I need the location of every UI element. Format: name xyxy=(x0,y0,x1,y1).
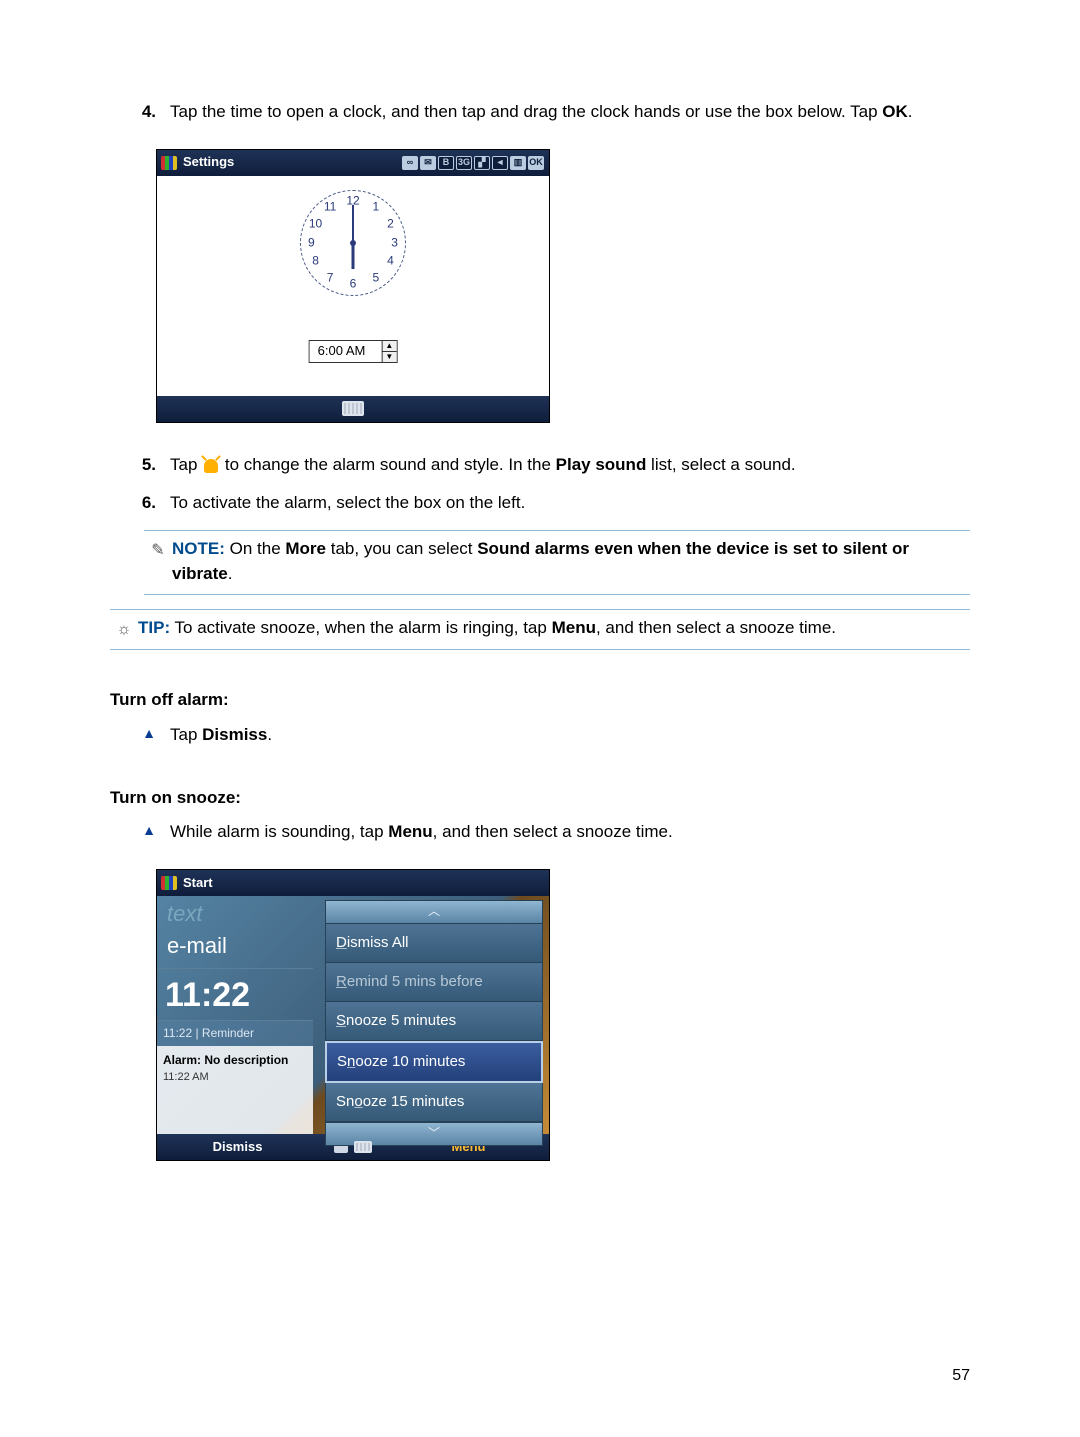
list-body-5: Tap to change the alarm sound and style.… xyxy=(170,453,970,478)
screenshot-start-snooze: Start text e-mail 11:22 11:22 | Reminder… xyxy=(156,869,970,1161)
clock-num-2: 2 xyxy=(381,215,399,232)
menu-item[interactable]: Snooze 15 minutes xyxy=(325,1083,543,1122)
screenshot-settings-clock: Settings ∞ ✉ B 3G ▞ ◄ ▥ OK 12 1 2 3 4 5 … xyxy=(156,149,970,423)
text: . xyxy=(228,564,233,583)
note-icon: ✎ xyxy=(144,537,172,586)
bottom-bar xyxy=(157,396,549,422)
text: list, select a sound. xyxy=(646,455,795,474)
note-label: NOTE: xyxy=(172,539,225,558)
clock-face[interactable]: 12 1 2 3 4 5 6 7 8 9 10 11 xyxy=(300,190,406,296)
today-clock: 11:22 xyxy=(157,969,313,1021)
softkey-dismiss[interactable]: Dismiss xyxy=(157,1138,318,1157)
text: tab, you can select xyxy=(326,539,477,558)
text: While alarm is sounding, tap xyxy=(170,822,388,841)
ok-button[interactable]: OK xyxy=(528,156,544,170)
keyboard-icon[interactable] xyxy=(342,401,364,416)
time-value[interactable]: 6:00 AM xyxy=(310,341,382,362)
text: Tap the time to open a clock, and then t… xyxy=(170,102,882,121)
clock-num-6: 6 xyxy=(344,276,362,293)
text: To activate snooze, when the alarm is ri… xyxy=(175,618,552,637)
volume-icon: ◄ xyxy=(492,156,508,170)
text: On the xyxy=(230,539,286,558)
text-bold: Menu xyxy=(388,822,432,841)
text: Tap xyxy=(170,725,202,744)
title-bar: Settings ∞ ✉ B 3G ▞ ◄ ▥ OK xyxy=(157,150,549,176)
tip-callout: ☼ TIP: To activate snooze, when the alar… xyxy=(110,609,970,650)
text: , and then select a snooze time. xyxy=(433,822,673,841)
start-flag-icon xyxy=(161,156,177,170)
reminder-header: 11:22 | Reminder xyxy=(157,1021,313,1046)
hour-hand[interactable] xyxy=(352,243,355,269)
menu-item[interactable]: Dismiss All xyxy=(325,924,543,963)
bluetooth-icon: B xyxy=(438,156,454,170)
battery-icon: ▥ xyxy=(510,156,526,170)
heading-turn-off-alarm: Turn off alarm: xyxy=(110,688,970,713)
snooze-menu: ︿ Dismiss AllRemind 5 mins beforeSnooze … xyxy=(325,900,543,1130)
list-number-4: 4. xyxy=(110,100,170,125)
clock-num-4: 4 xyxy=(381,253,399,270)
clock-num-1: 1 xyxy=(367,199,385,216)
menu-scroll-up[interactable]: ︿ xyxy=(325,900,543,924)
clock-num-9: 9 xyxy=(302,234,320,251)
start-flag-icon xyxy=(161,876,177,890)
alarm-title: Alarm: No description xyxy=(163,1052,307,1069)
clock-num-10: 10 xyxy=(307,215,325,232)
heading-turn-on-snooze: Turn on snooze: xyxy=(110,786,970,811)
turn-on-body: While alarm is sounding, tap Menu, and t… xyxy=(170,820,970,845)
time-input[interactable]: 6:00 AM ▲▼ xyxy=(309,340,398,363)
turn-off-body: Tap Dismiss. xyxy=(170,723,970,748)
network-3g-icon: 3G xyxy=(456,156,472,170)
minute-hand[interactable] xyxy=(352,205,354,243)
triangle-bullet-icon: ▲ xyxy=(110,820,170,845)
text: , and then select a snooze time. xyxy=(596,618,836,637)
menu-item[interactable]: Snooze 10 minutes xyxy=(325,1041,543,1083)
list-number-6: 6. xyxy=(110,491,170,516)
today-email-label: e-mail xyxy=(157,930,313,969)
text-bold: Play sound xyxy=(556,455,647,474)
menu-item[interactable]: Snooze 5 minutes xyxy=(325,1002,543,1041)
clock-num-11: 11 xyxy=(321,199,339,216)
clock-num-7: 7 xyxy=(321,269,339,286)
clock-num-3: 3 xyxy=(386,234,404,251)
spin-up-icon[interactable]: ▲ xyxy=(381,341,396,351)
page-number: 57 xyxy=(952,1364,970,1387)
clock-pivot xyxy=(350,240,356,246)
list-number-5: 5. xyxy=(110,453,170,478)
tip-icon: ☼ xyxy=(110,616,138,641)
tip-label: TIP: xyxy=(138,618,170,637)
clock-num-5: 5 xyxy=(367,269,385,286)
alarm-card: Alarm: No description 11:22 AM xyxy=(157,1046,313,1134)
text: . xyxy=(267,725,272,744)
note-callout: ✎ NOTE: On the More tab, you can select … xyxy=(144,530,970,595)
text: to change the alarm sound and style. In … xyxy=(220,455,556,474)
menu-item: Remind 5 mins before xyxy=(325,963,543,1002)
voicemail-icon: ∞ xyxy=(402,156,418,170)
clock-num-8: 8 xyxy=(307,253,325,270)
alarm-time: 11:22 AM xyxy=(163,1070,307,1086)
text-bold: More xyxy=(285,539,326,558)
list-body-6: To activate the alarm, select the box on… xyxy=(170,491,970,516)
list-body-4: Tap the time to open a clock, and then t… xyxy=(170,100,970,125)
keyboard-icon[interactable] xyxy=(354,1141,372,1153)
title-text: Settings xyxy=(183,153,234,172)
text: Tap xyxy=(170,455,202,474)
title-bar-start: Start xyxy=(157,870,549,896)
time-spinner[interactable]: ▲▼ xyxy=(381,341,396,362)
clock-area[interactable]: 12 1 2 3 4 5 6 7 8 9 10 11 6:00 AM ▲▼ xyxy=(157,176,549,396)
mail-icon: ✉ xyxy=(420,156,436,170)
bell-icon xyxy=(202,457,220,475)
signal-icon: ▞ xyxy=(474,156,490,170)
today-pane: text e-mail 11:22 11:22 | Reminder Alarm… xyxy=(157,896,313,1134)
spin-down-icon[interactable]: ▼ xyxy=(381,351,396,362)
title-text: Start xyxy=(183,874,213,893)
text: . xyxy=(908,102,913,121)
text-bold: Menu xyxy=(552,618,596,637)
today-text-label: text xyxy=(157,896,313,930)
text-bold: Dismiss xyxy=(202,725,267,744)
text-bold: OK xyxy=(882,102,908,121)
triangle-bullet-icon: ▲ xyxy=(110,723,170,748)
